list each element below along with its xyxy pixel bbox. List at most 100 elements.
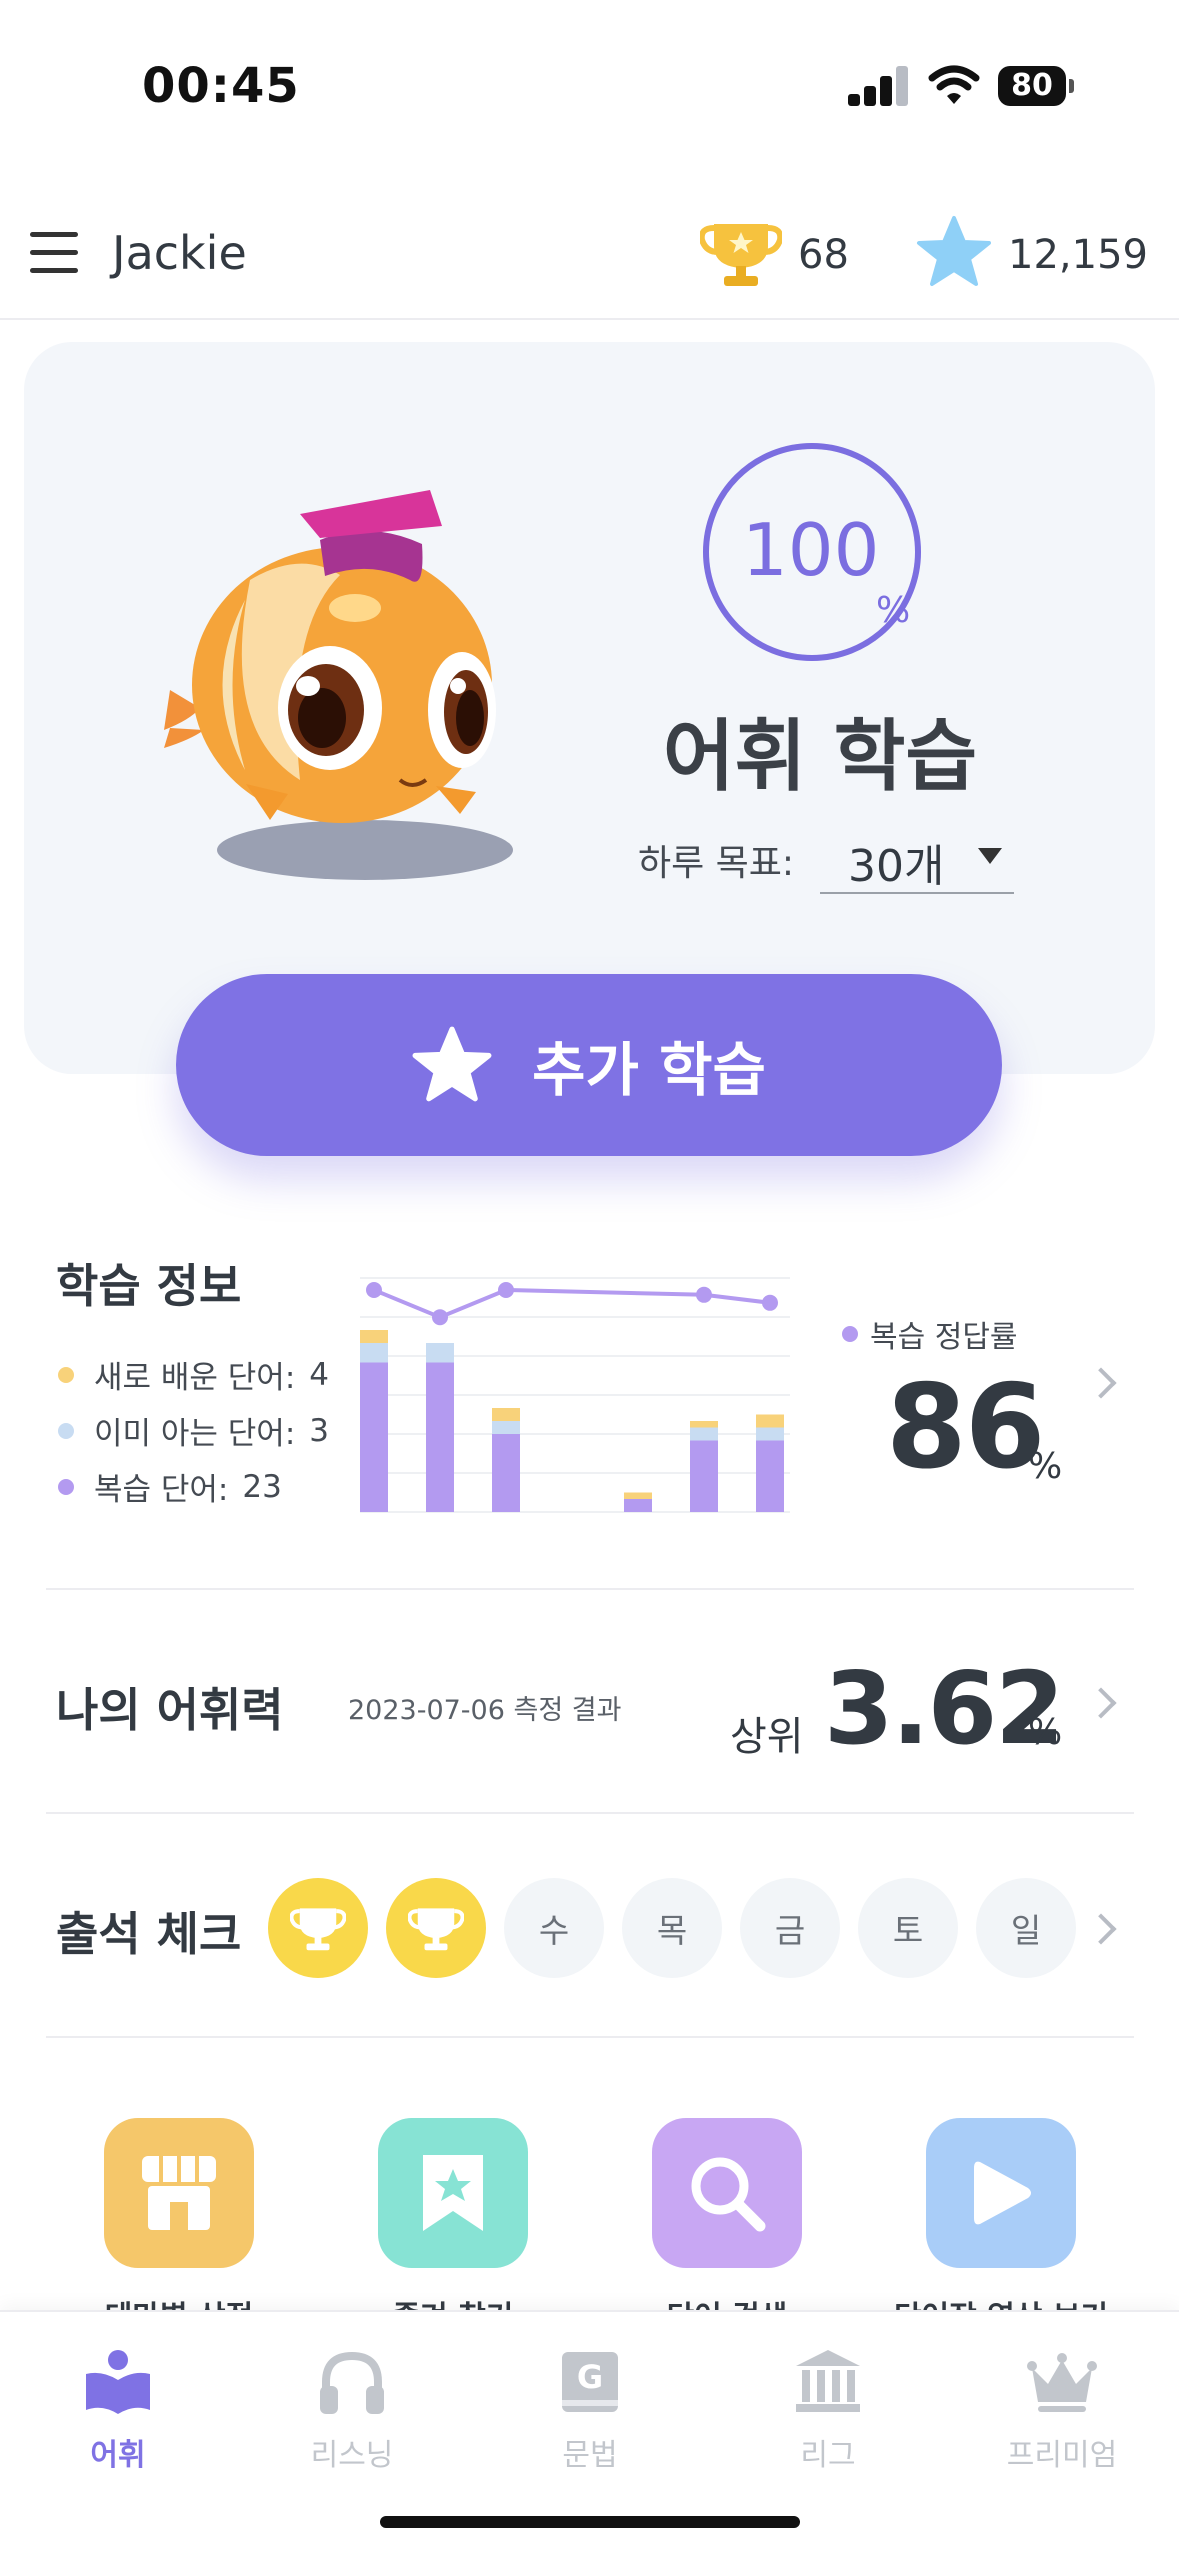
fish-mascot-illustration bbox=[164, 490, 513, 880]
star-icon bbox=[412, 1026, 492, 1102]
accuracy-value: 86 bbox=[886, 1360, 1045, 1495]
favorites-button[interactable] bbox=[378, 2118, 528, 2268]
section-divider bbox=[46, 1812, 1134, 1814]
chevron-right-icon[interactable] bbox=[1085, 1687, 1117, 1719]
user-name: Jackie bbox=[112, 226, 247, 280]
accuracy-unit: % bbox=[1028, 1446, 1063, 1487]
video-button[interactable] bbox=[926, 2118, 1076, 2268]
menu-icon[interactable] bbox=[30, 232, 78, 282]
crown-icon bbox=[1027, 2353, 1097, 2412]
attendance-day-checked bbox=[268, 1878, 368, 1978]
chart-bar-segment bbox=[756, 1414, 784, 1428]
chart-accuracy-point bbox=[432, 1309, 448, 1326]
study-chart bbox=[360, 1277, 790, 1513]
tab-league[interactable]: 리그 bbox=[728, 2334, 928, 2484]
legend-label: 새로 배운 단어: bbox=[94, 1360, 296, 1396]
legend-known-words: 이미 아는 단어: 3 bbox=[58, 1408, 329, 1453]
store-icon bbox=[142, 2156, 216, 2230]
legend-new-words: 새로 배운 단어: 4 bbox=[58, 1352, 329, 1397]
chart-bar-segment bbox=[360, 1343, 388, 1363]
trophy-icon bbox=[408, 1908, 464, 1951]
chart-bar-segment bbox=[756, 1427, 784, 1441]
chart-bar-segment bbox=[360, 1362, 388, 1512]
legend-dot bbox=[58, 1478, 74, 1495]
attendance-day-checked bbox=[386, 1878, 486, 1978]
study-info-title: 학습 정보 bbox=[56, 1259, 242, 1313]
cellular-signal-icon bbox=[848, 66, 908, 106]
play-icon bbox=[974, 2161, 1031, 2225]
book-icon bbox=[86, 2350, 150, 2414]
attendance-day-sun: 일 bbox=[976, 1878, 1076, 1978]
bookmark-star-icon bbox=[423, 2155, 483, 2231]
attendance-day-sat: 토 bbox=[858, 1878, 958, 1978]
section-divider bbox=[46, 2036, 1134, 2038]
battery-icon: 80 bbox=[998, 66, 1074, 106]
trophy-count: 68 bbox=[798, 232, 849, 278]
league-building-icon bbox=[796, 2350, 860, 2412]
extra-study-button[interactable]: 추가 학습 bbox=[176, 974, 1002, 1156]
chart-bar-segment bbox=[426, 1362, 454, 1512]
daily-goal-label: 하루 목표: bbox=[638, 843, 795, 884]
star-icon[interactable] bbox=[916, 214, 992, 290]
tab-label: 문법 bbox=[562, 2438, 618, 2473]
tab-grammar[interactable]: G 문법 bbox=[490, 2334, 690, 2484]
header-divider bbox=[0, 318, 1179, 320]
vocab-level-title: 나의 어휘력 bbox=[56, 1683, 284, 1737]
svg-text:G: G bbox=[577, 2358, 603, 2396]
vocab-rank-value: 3.62 bbox=[824, 1650, 1065, 1767]
legend-value: 4 bbox=[309, 1356, 330, 1393]
status-time: 00:45 bbox=[142, 58, 300, 114]
progress-unit: % bbox=[876, 590, 911, 631]
battery-level: 80 bbox=[1011, 68, 1053, 103]
tab-label: 리스닝 bbox=[310, 2438, 394, 2473]
legend-label: 복습 단어: bbox=[94, 1472, 229, 1508]
tab-listening[interactable]: 리스닝 bbox=[252, 2334, 452, 2484]
accuracy-label: 복습 정답률 bbox=[870, 1320, 1018, 1355]
search-icon bbox=[691, 2157, 766, 2232]
chart-bar-segment bbox=[624, 1492, 652, 1499]
attendance-title: 출석 체크 bbox=[56, 1907, 242, 1961]
chevron-right-icon[interactable] bbox=[1085, 1913, 1117, 1945]
tab-vocab[interactable]: 어휘 bbox=[18, 2334, 218, 2484]
section-divider bbox=[46, 1588, 1134, 1590]
chart-bar-segment bbox=[690, 1427, 718, 1441]
word-search-button[interactable] bbox=[652, 2118, 802, 2268]
accuracy-legend: 복습 정답률 bbox=[842, 1312, 1018, 1356]
chart-accuracy-point bbox=[762, 1294, 778, 1311]
chart-bar-segment bbox=[690, 1421, 718, 1428]
legend-value: 3 bbox=[309, 1412, 330, 1449]
extra-study-label: 추가 학습 bbox=[532, 1036, 766, 1104]
legend-dot bbox=[58, 1422, 74, 1439]
tab-label: 프리미엄 bbox=[1006, 2438, 1118, 2473]
theme-store-button[interactable] bbox=[104, 2118, 254, 2268]
chart-accuracy-point bbox=[696, 1286, 712, 1303]
home-indicator bbox=[380, 2516, 800, 2528]
tab-label: 어휘 bbox=[90, 2438, 146, 2473]
daily-goal-select[interactable]: 30개 bbox=[820, 820, 1014, 894]
hero-title: 어휘 학습 bbox=[662, 712, 978, 802]
trophy-icon bbox=[290, 1908, 346, 1951]
attendance-day-thu: 목 bbox=[622, 1878, 722, 1978]
daily-goal-value: 30개 bbox=[848, 841, 945, 892]
chart-bar-segment bbox=[624, 1499, 652, 1512]
wifi-icon bbox=[928, 65, 980, 104]
legend-dot bbox=[58, 1366, 74, 1383]
attendance-day-wed: 수 bbox=[504, 1878, 604, 1978]
chart-bar-segment bbox=[492, 1408, 520, 1421]
chart-accuracy-point bbox=[498, 1282, 514, 1298]
chart-bar-segment bbox=[492, 1421, 520, 1434]
trophy-icon[interactable] bbox=[700, 216, 782, 290]
chart-bar-segment bbox=[756, 1440, 784, 1512]
legend-review-words: 복습 단어: 23 bbox=[58, 1464, 282, 1509]
legend-dot bbox=[842, 1326, 858, 1342]
vocab-measure-date: 2023-07-06 측정 결과 bbox=[348, 1695, 622, 1726]
headphones-icon bbox=[320, 2351, 384, 2414]
chart-bar-segment bbox=[492, 1434, 520, 1512]
vocab-rank-unit: % bbox=[1028, 1712, 1063, 1753]
chevron-right-icon[interactable] bbox=[1085, 1367, 1117, 1399]
attendance-day-fri: 금 bbox=[740, 1878, 840, 1978]
chart-accuracy-point bbox=[366, 1282, 382, 1298]
tab-label: 리그 bbox=[800, 2438, 856, 2473]
tab-premium[interactable]: 프리미엄 bbox=[962, 2334, 1162, 2484]
chart-bar-segment bbox=[360, 1330, 388, 1343]
